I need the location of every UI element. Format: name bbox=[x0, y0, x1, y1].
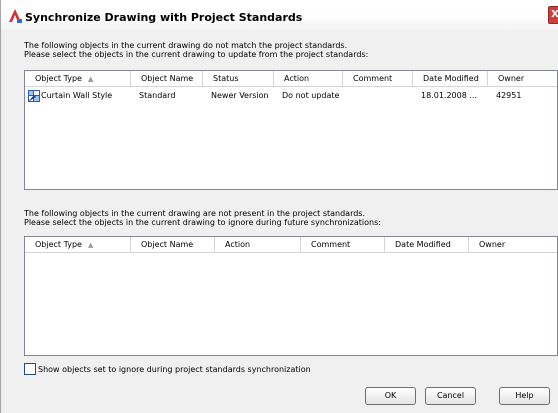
column-header-action[interactable]: Action bbox=[215, 237, 301, 253]
close-icon: X bbox=[551, 9, 558, 20]
cell-status: Newer Version bbox=[211, 91, 269, 100]
cell-comment[interactable] bbox=[343, 88, 413, 104]
column-header-date-modified[interactable]: Date Modified bbox=[413, 71, 488, 87]
ok-button[interactable]: OK bbox=[365, 387, 416, 405]
mismatched-objects-grid[interactable]: Object Type ▲ Object Name Status Action C… bbox=[24, 70, 558, 190]
column-header-object-type[interactable]: Object Type ▲ bbox=[25, 237, 131, 253]
column-header-object-name[interactable]: Object Name bbox=[131, 71, 203, 87]
column-header-label: Comment bbox=[311, 240, 351, 249]
column-header-label: Object Name bbox=[141, 240, 194, 249]
column-header-label: Object Type bbox=[35, 74, 82, 83]
cell-object-type: Curtain Wall Style bbox=[41, 91, 113, 100]
help-button[interactable]: Help bbox=[499, 387, 550, 405]
sort-ascending-icon: ▲ bbox=[87, 241, 94, 249]
column-header-owner[interactable]: Owner bbox=[488, 71, 558, 87]
cell-action[interactable]: Do not update bbox=[274, 88, 343, 104]
close-button[interactable]: X bbox=[548, 6, 558, 24]
dialog-body: The following objects in the current dra… bbox=[2, 30, 558, 413]
section1-instruction-2: Please select the objects in the current… bbox=[24, 50, 369, 59]
column-header-label: Object Type bbox=[35, 240, 82, 249]
section2-instruction-2: Please select the objects in the current… bbox=[24, 218, 381, 227]
column-header-label: Date Modified bbox=[423, 74, 479, 83]
column-header-comment[interactable]: Comment bbox=[343, 71, 413, 87]
column-header-label: Date Modified bbox=[395, 240, 451, 249]
column-header-label: Owner bbox=[498, 74, 525, 83]
cell-object-name: Standard bbox=[139, 91, 176, 100]
cell-owner: 42951 bbox=[496, 91, 522, 100]
table-row[interactable]: Curtain Wall Style Standard Newer Versio… bbox=[25, 88, 557, 104]
section2-instruction-1-text: The following objects in the current dra… bbox=[24, 209, 366, 218]
column-header-label: Object Name bbox=[141, 74, 194, 83]
app-icon bbox=[9, 9, 22, 23]
cell-date-modified: 18.01.2008 ... bbox=[421, 91, 477, 100]
show-ignored-checkbox[interactable] bbox=[24, 363, 36, 375]
sort-ascending-icon: ▲ bbox=[87, 75, 94, 83]
column-header-object-type[interactable]: Object Type ▲ bbox=[25, 71, 131, 87]
window-title: Synchronize Drawing with Project Standar… bbox=[25, 11, 303, 24]
grid-header: Object Type ▲ Object Name Status Action C… bbox=[25, 71, 557, 87]
grid-header: Object Type ▲ Object Name Action Comment … bbox=[25, 237, 557, 253]
column-header-status[interactable]: Status bbox=[203, 71, 274, 87]
title-bar[interactable]: Synchronize Drawing with Project Standar… bbox=[1, 0, 558, 30]
column-header-label: Status bbox=[213, 74, 239, 83]
column-header-label: Action bbox=[225, 240, 251, 249]
column-header-label: Owner bbox=[479, 240, 506, 249]
column-header-date-modified[interactable]: Date Modified bbox=[385, 237, 469, 253]
column-header-comment[interactable]: Comment bbox=[301, 237, 385, 253]
column-header-action[interactable]: Action bbox=[274, 71, 343, 87]
show-ignored-checkbox-label[interactable]: Show objects set to ignore during projec… bbox=[38, 364, 311, 375]
synchronize-dialog: Synchronize Drawing with Project Standar… bbox=[0, 0, 558, 413]
column-header-label: Comment bbox=[353, 74, 393, 83]
cancel-button[interactable]: Cancel bbox=[425, 387, 476, 405]
column-header-owner[interactable]: Owner bbox=[469, 237, 558, 253]
column-header-label: Action bbox=[284, 74, 310, 83]
missing-objects-grid[interactable]: Object Type ▲ Object Name Action Comment … bbox=[24, 236, 558, 356]
column-header-object-name[interactable]: Object Name bbox=[131, 237, 215, 253]
